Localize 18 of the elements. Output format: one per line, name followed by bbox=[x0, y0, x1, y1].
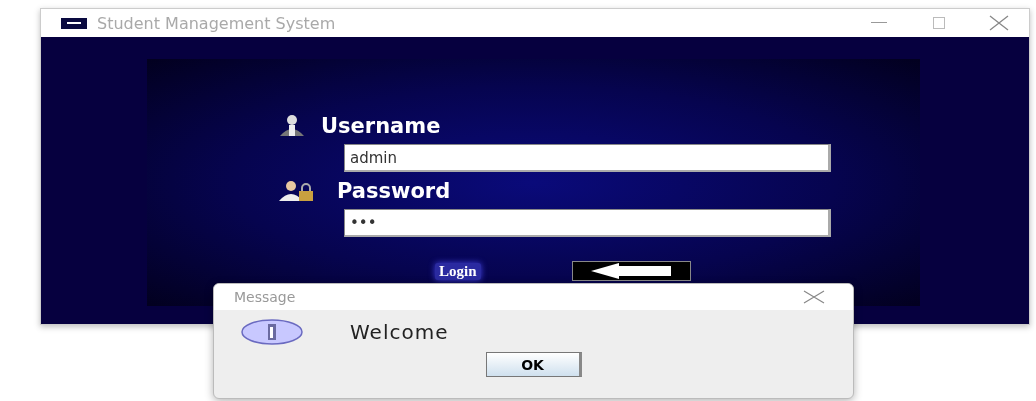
user-icon bbox=[277, 114, 307, 138]
close-icon bbox=[988, 15, 1010, 31]
window-title: Student Management System bbox=[97, 13, 336, 33]
ok-button[interactable]: OK bbox=[485, 352, 582, 377]
info-icon bbox=[240, 318, 304, 346]
minimize-icon bbox=[871, 22, 887, 24]
back-button[interactable] bbox=[571, 261, 691, 281]
password-field[interactable]: ••• bbox=[344, 209, 831, 237]
login-button[interactable]: Login bbox=[435, 262, 481, 280]
message-text: Welcome bbox=[350, 320, 449, 344]
maximize-icon bbox=[933, 17, 945, 29]
left-arrow-icon bbox=[591, 263, 671, 279]
dialog-title: Message bbox=[234, 289, 296, 305]
close-icon bbox=[803, 290, 825, 304]
app-icon bbox=[61, 17, 87, 29]
username-field[interactable]: admin bbox=[344, 144, 831, 172]
username-label: Username bbox=[321, 114, 441, 138]
password-label: Password bbox=[337, 179, 451, 203]
